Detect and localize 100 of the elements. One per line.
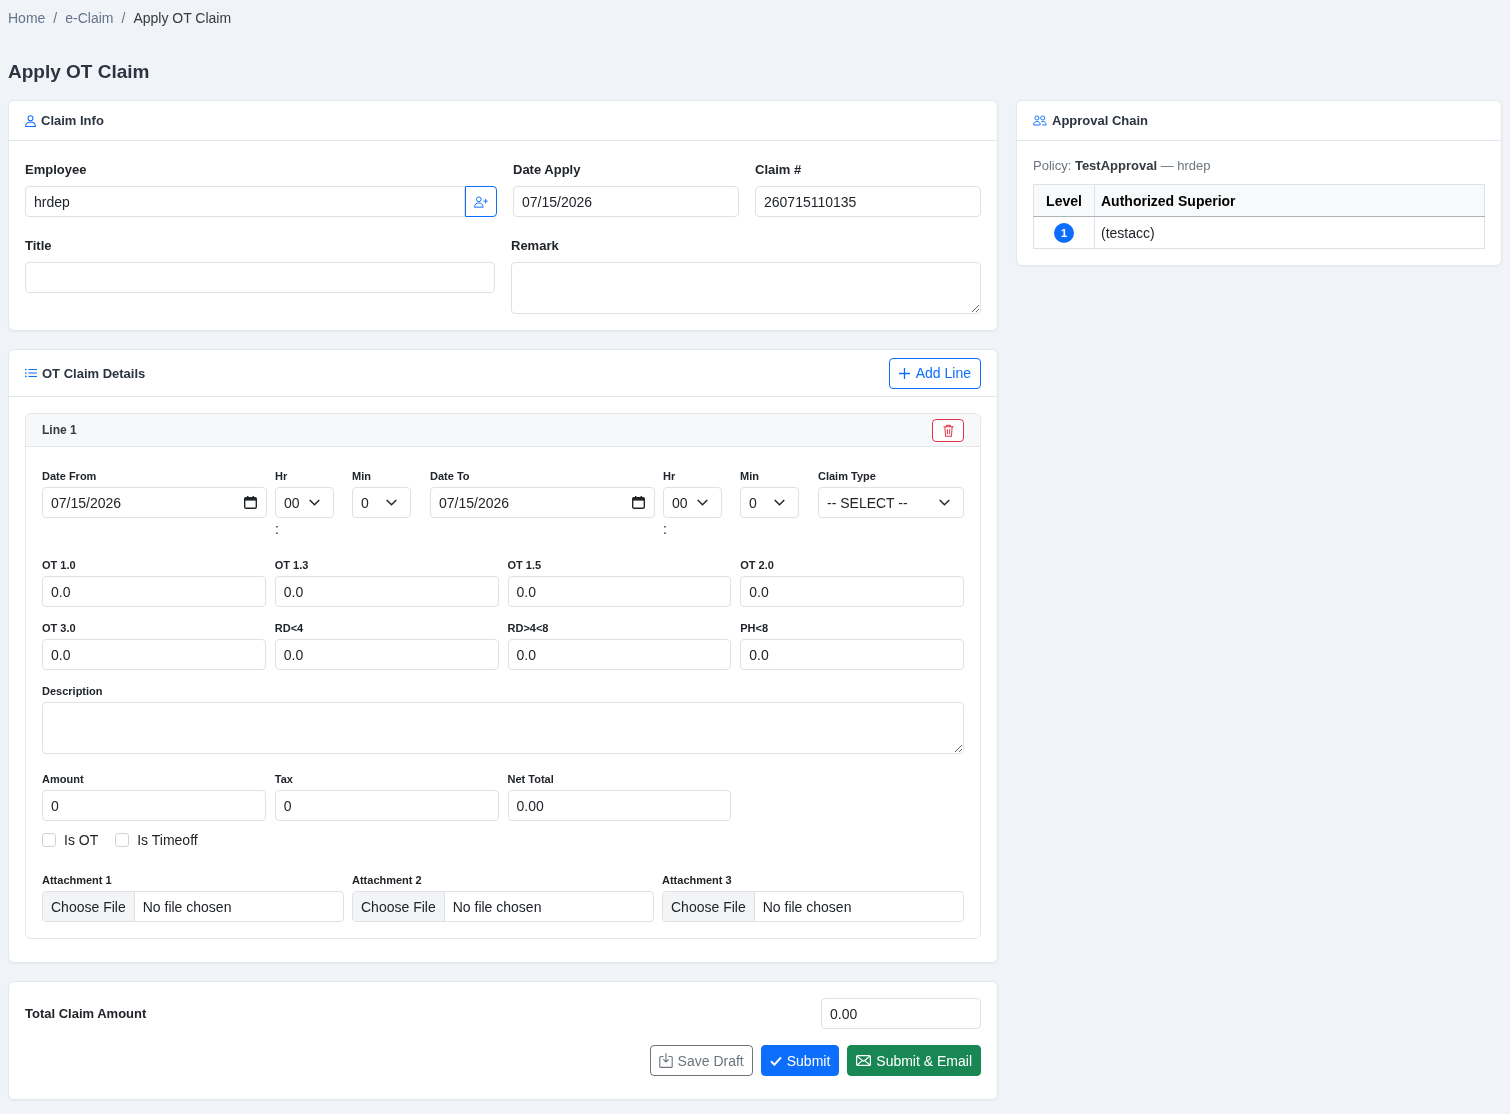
- card-title: OT Claim Details: [42, 365, 146, 381]
- field-label: Employee: [25, 161, 87, 178]
- dropdown[interactable]: 0: [352, 487, 411, 518]
- delete-line-button[interactable]: [932, 418, 964, 442]
- field-label: Date Apply: [513, 161, 581, 178]
- field-label: Attachment 3: [662, 873, 732, 887]
- choose-file-button[interactable]: Choose File: [663, 892, 755, 921]
- employee-field[interactable]: hrdep: [25, 186, 465, 217]
- dropdown[interactable]: -- SELECT --: [818, 487, 964, 518]
- action-button[interactable]: Submit: [760, 1045, 840, 1076]
- field-label: Attachment 2: [352, 873, 422, 887]
- input-field[interactable]: [25, 262, 495, 293]
- input-field[interactable]: 0.0: [740, 576, 964, 607]
- choose-file-button[interactable]: Choose File: [353, 892, 445, 921]
- input-field[interactable]: 0.0: [740, 639, 964, 670]
- field-label: Min: [352, 469, 371, 483]
- plus-icon: [898, 367, 910, 379]
- field-label: Claim #: [755, 161, 802, 178]
- field-label: Date To: [430, 469, 470, 483]
- file-status-text: No file chosen: [141, 897, 233, 917]
- field-label: Amount: [42, 772, 84, 786]
- action-button[interactable]: Submit & Email: [847, 1045, 981, 1076]
- dropdown[interactable]: 00: [275, 487, 334, 518]
- chevron-down-icon: [939, 499, 950, 506]
- checkbox-label: Is Timeoff: [137, 831, 198, 849]
- chevron-down-icon: [309, 499, 320, 506]
- field-label: Title: [25, 237, 52, 254]
- field-label: OT 3.0: [42, 621, 76, 635]
- chevron-down-icon: [386, 499, 397, 506]
- user-plus-icon: [474, 195, 488, 208]
- people-icon: [1033, 115, 1047, 126]
- field-label: Description: [42, 684, 103, 698]
- table-header: Authorized Superior: [1094, 184, 1485, 217]
- field-label: OT 1.5: [507, 558, 542, 572]
- input-field[interactable]: 0: [274, 790, 499, 821]
- checkbox[interactable]: [115, 833, 130, 847]
- input-field[interactable]: 0.0: [274, 639, 499, 670]
- input-field[interactable]: 0.0: [42, 576, 266, 607]
- input-field[interactable]: 0.0: [274, 576, 499, 607]
- field-label: Net Total: [507, 772, 554, 786]
- dropdown[interactable]: 0: [740, 487, 799, 518]
- breadcrumb-link[interactable]: Home: [8, 8, 46, 28]
- input-field[interactable]: 0.00: [507, 790, 732, 821]
- page-title: Apply OT Claim: [8, 60, 151, 84]
- field-label: Remark: [511, 237, 559, 254]
- description-field[interactable]: [42, 702, 964, 754]
- input-field[interactable]: 07/15/2026: [513, 186, 739, 217]
- calendar-icon: [244, 496, 257, 509]
- field-label: OT 1.0: [42, 558, 76, 572]
- total-amount-field[interactable]: 0.00: [821, 998, 981, 1029]
- textarea-field[interactable]: [511, 262, 981, 314]
- field-label: Date From: [42, 469, 97, 483]
- breadcrumb-link[interactable]: e-Claim: [65, 8, 114, 28]
- dropdown[interactable]: 00: [663, 487, 722, 518]
- breadcrumb-separator: /: [121, 9, 126, 28]
- file-status-text: No file chosen: [761, 897, 853, 917]
- input-field[interactable]: 0.0: [42, 639, 266, 670]
- breadcrumb-current: Apply OT Claim: [133, 9, 232, 28]
- checkbox-label: Is OT: [64, 831, 99, 849]
- field-label: Min: [740, 469, 759, 483]
- table-cell: (testacc): [1094, 216, 1485, 249]
- person-icon: [25, 114, 36, 127]
- trash-icon: [942, 423, 954, 437]
- field-label: OT 1.3: [274, 558, 309, 572]
- input-field[interactable]: 0.0: [507, 576, 732, 607]
- field-label: Hr: [663, 469, 676, 483]
- action-button[interactable]: Save Draft: [649, 1045, 753, 1076]
- field-label: Attachment 1: [42, 873, 112, 887]
- field-label: Claim Type: [818, 469, 876, 483]
- total-label: Total Claim Amount: [25, 1006, 147, 1021]
- input-field[interactable]: 0.0: [507, 639, 732, 670]
- download-tray-icon: [658, 1053, 673, 1068]
- field-label: Tax: [274, 772, 293, 786]
- file-status-text: No file chosen: [451, 897, 543, 917]
- input-field[interactable]: 0: [42, 790, 266, 821]
- envelope-icon: [856, 1055, 872, 1066]
- field-label: PH<8: [740, 621, 769, 635]
- policy-text: Policy: TestApproval — hrdep: [1033, 158, 1212, 174]
- card-title: Approval Chain: [1052, 113, 1149, 128]
- chevron-down-icon: [697, 499, 708, 506]
- checkbox[interactable]: [42, 833, 56, 847]
- time-separator: :: [663, 521, 667, 537]
- field-label: RD>4<8: [507, 621, 549, 635]
- card-title: Claim Info: [41, 113, 104, 128]
- date-field[interactable]: 07/15/2026: [42, 487, 267, 518]
- employee-picker-button[interactable]: [465, 186, 497, 217]
- field-label: Hr: [275, 469, 288, 483]
- chevron-down-icon: [774, 499, 785, 506]
- check-icon: [769, 1055, 782, 1066]
- breadcrumb-separator: /: [53, 9, 58, 28]
- date-field[interactable]: 07/15/2026: [430, 487, 655, 518]
- input-field[interactable]: 260715110135: [755, 186, 981, 217]
- time-separator: :: [275, 521, 279, 537]
- choose-file-button[interactable]: Choose File: [43, 892, 135, 921]
- level-badge: 1: [1054, 222, 1074, 243]
- add-line-button[interactable]: Add Line: [888, 357, 981, 389]
- line-title: Line 1: [42, 423, 77, 437]
- list-icon: [25, 368, 37, 378]
- field-label: OT 2.0: [740, 558, 774, 572]
- calendar-icon: [632, 496, 645, 509]
